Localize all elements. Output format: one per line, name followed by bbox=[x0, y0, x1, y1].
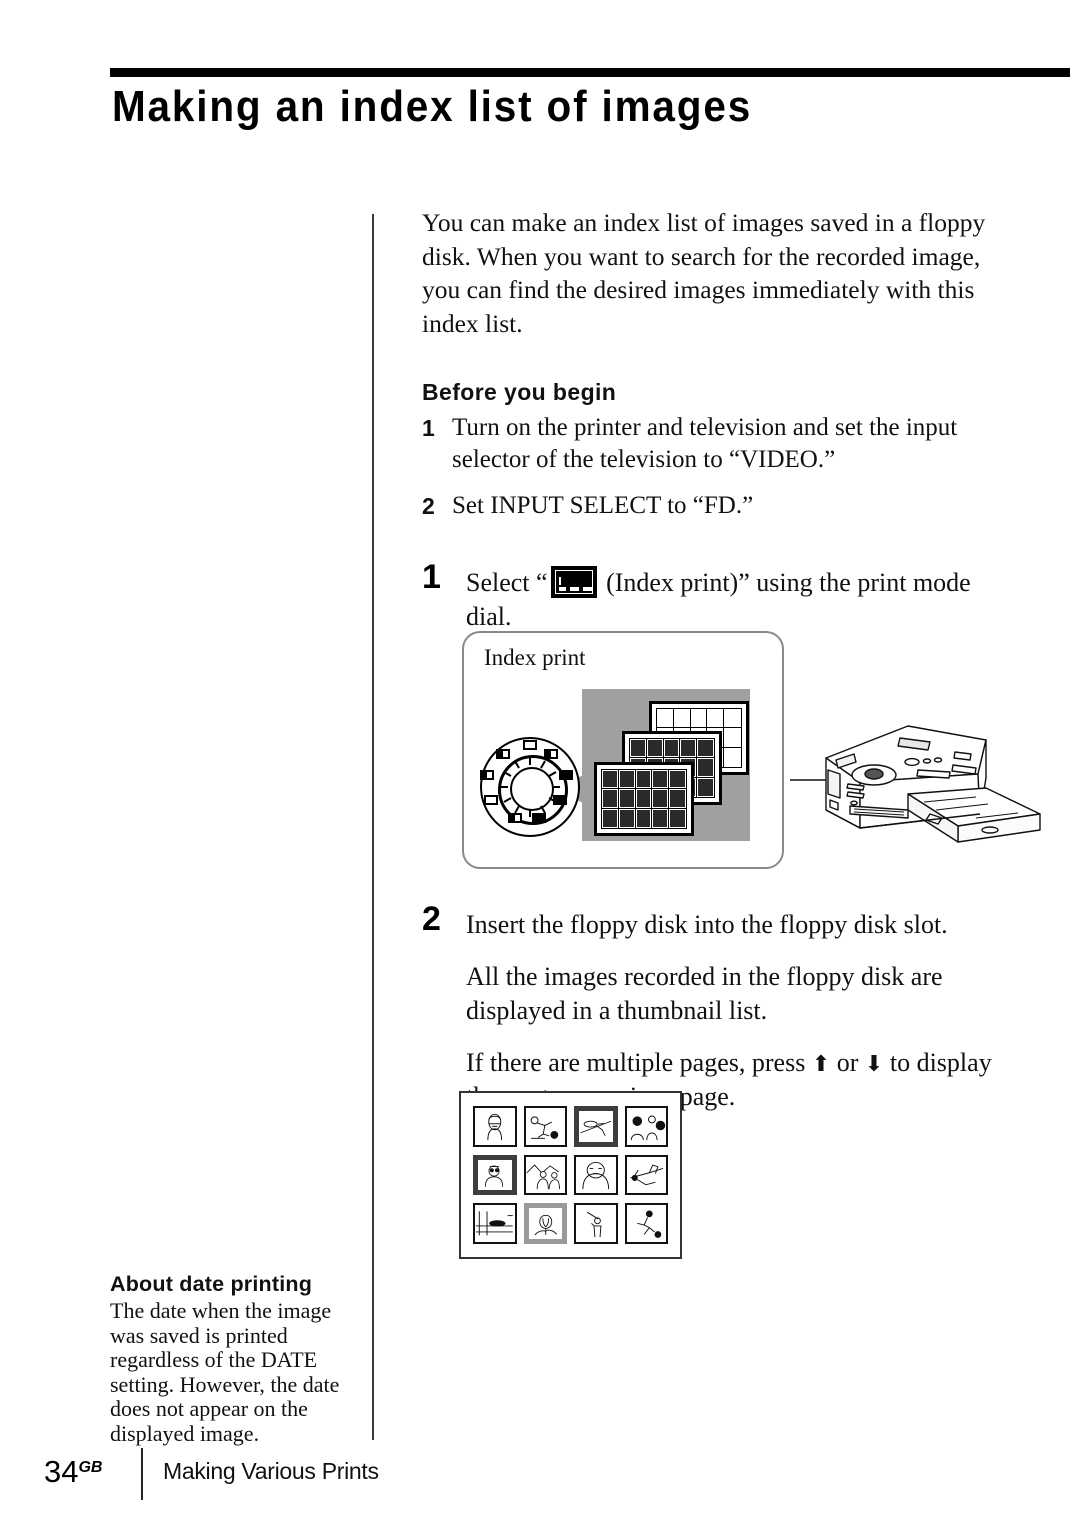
thumbnail-cell bbox=[624, 1203, 668, 1244]
step-2-text-2: All the images recorded in the floppy di… bbox=[466, 962, 943, 1025]
index-print-icon bbox=[550, 566, 597, 598]
dial-icon-split-d bbox=[496, 749, 510, 759]
page-number: 34GB bbox=[44, 1454, 102, 1490]
dial-icon-grid bbox=[484, 795, 498, 805]
step-2-number: 2 bbox=[422, 900, 441, 938]
title-rule bbox=[110, 68, 1070, 77]
page-number-suffix: GB bbox=[78, 1459, 103, 1476]
dial-icon-split-c bbox=[480, 770, 494, 780]
runner-icon bbox=[636, 1210, 661, 1239]
thumbnail-cell-highlighted bbox=[523, 1203, 567, 1244]
step-1-number: 1 bbox=[422, 558, 441, 596]
footer-section-title: Making Various Prints bbox=[163, 1458, 379, 1484]
thumbnail-cell bbox=[624, 1154, 668, 1196]
before-you-begin-heading: Before you begin bbox=[422, 379, 617, 405]
dial-icon-selected bbox=[532, 813, 546, 823]
prestep-2-text: Set INPUT SELECT to “FD.” bbox=[452, 492, 754, 519]
baseball-batter-icon bbox=[586, 1212, 602, 1238]
dial-icon-index bbox=[553, 795, 567, 805]
step-1-text-before: Select “ bbox=[466, 568, 548, 597]
thumbnail-list-illustration bbox=[459, 1091, 682, 1259]
group-portrait-icon bbox=[630, 1115, 665, 1141]
flower-icon bbox=[533, 1215, 557, 1236]
thumbnail-cell bbox=[624, 1106, 668, 1147]
illustration-label: Index print bbox=[484, 645, 586, 670]
thumbnail-cell bbox=[574, 1203, 618, 1244]
thumbnail-cell bbox=[523, 1154, 567, 1196]
prestep-2: 2 Set INPUT SELECT to “FD.” bbox=[422, 490, 1002, 522]
soccer-icon bbox=[530, 1116, 558, 1139]
intro-paragraph: You can make an index list of images sav… bbox=[422, 208, 986, 338]
prestep-1-number: 1 bbox=[422, 415, 435, 441]
prestep-1-text: Turn on the printer and television and s… bbox=[452, 414, 958, 473]
about-date-printing-note: About date printing The date when the im… bbox=[110, 1272, 360, 1446]
page-number-value: 34 bbox=[44, 1454, 79, 1489]
dial-icon-single bbox=[523, 740, 537, 750]
thumbnail-cell-selected bbox=[473, 1154, 517, 1196]
portrait-icon bbox=[487, 1113, 503, 1141]
index-sheet-front bbox=[594, 762, 694, 836]
main-column: You can make an index list of images sav… bbox=[422, 206, 1002, 634]
arrow-up-icon: ⬆ bbox=[811, 1052, 831, 1077]
thumbnail-grid bbox=[473, 1106, 668, 1244]
step-1-text: Select “ (Index print)” using the print … bbox=[466, 566, 1002, 634]
manual-page: Making an index list of images You can m… bbox=[0, 0, 1080, 1529]
dial-icon-split-b bbox=[508, 813, 522, 823]
face-closeup-icon bbox=[582, 1161, 610, 1189]
thumbnail-cell bbox=[473, 1106, 517, 1147]
step-2-text-1: Insert the floppy disk into the floppy d… bbox=[466, 910, 948, 939]
prestep-1: 1 Turn on the printer and television and… bbox=[422, 412, 1002, 476]
page-title: Making an index list of images bbox=[112, 82, 753, 131]
thumbnail-cell bbox=[523, 1106, 567, 1147]
footer-divider bbox=[141, 1448, 143, 1500]
prestep-2-number: 2 bbox=[422, 493, 435, 519]
arrow-down-icon: ⬇ bbox=[864, 1052, 884, 1077]
person-glasses-icon bbox=[484, 1165, 504, 1187]
step-2-wrapper: 2 Insert the floppy disk into the floppy… bbox=[422, 902, 1002, 1114]
column-divider bbox=[372, 214, 374, 1440]
multipage-text-mid: or bbox=[830, 1048, 865, 1077]
multipage-text-before: If there are multiple pages, press bbox=[466, 1048, 812, 1077]
thumbnail-cell bbox=[473, 1203, 517, 1244]
thumbnail-cell-selected bbox=[574, 1106, 618, 1147]
dial-icon-split-a bbox=[544, 749, 558, 759]
step-1: 1 Select “ (Index print)” using the prin… bbox=[422, 560, 1002, 634]
landscape-boat-icon bbox=[475, 1211, 513, 1236]
thumbnail-cell bbox=[574, 1154, 618, 1196]
page-footer: 34GB Making Various Prints bbox=[44, 1448, 1044, 1500]
highjump-icon bbox=[580, 1120, 612, 1136]
step-2: 2 Insert the floppy disk into the floppy… bbox=[422, 902, 1002, 1114]
airplane-icon bbox=[629, 1164, 663, 1185]
hikers-mountain-icon bbox=[526, 1164, 560, 1189]
note-body: The date when the image was saved is pri… bbox=[110, 1298, 340, 1446]
print-mode-dial bbox=[480, 737, 580, 837]
index-print-illustration: Index print bbox=[462, 631, 784, 869]
note-heading: About date printing bbox=[110, 1272, 313, 1296]
dial-icon-multi bbox=[559, 770, 573, 780]
printer-device bbox=[790, 725, 1041, 843]
